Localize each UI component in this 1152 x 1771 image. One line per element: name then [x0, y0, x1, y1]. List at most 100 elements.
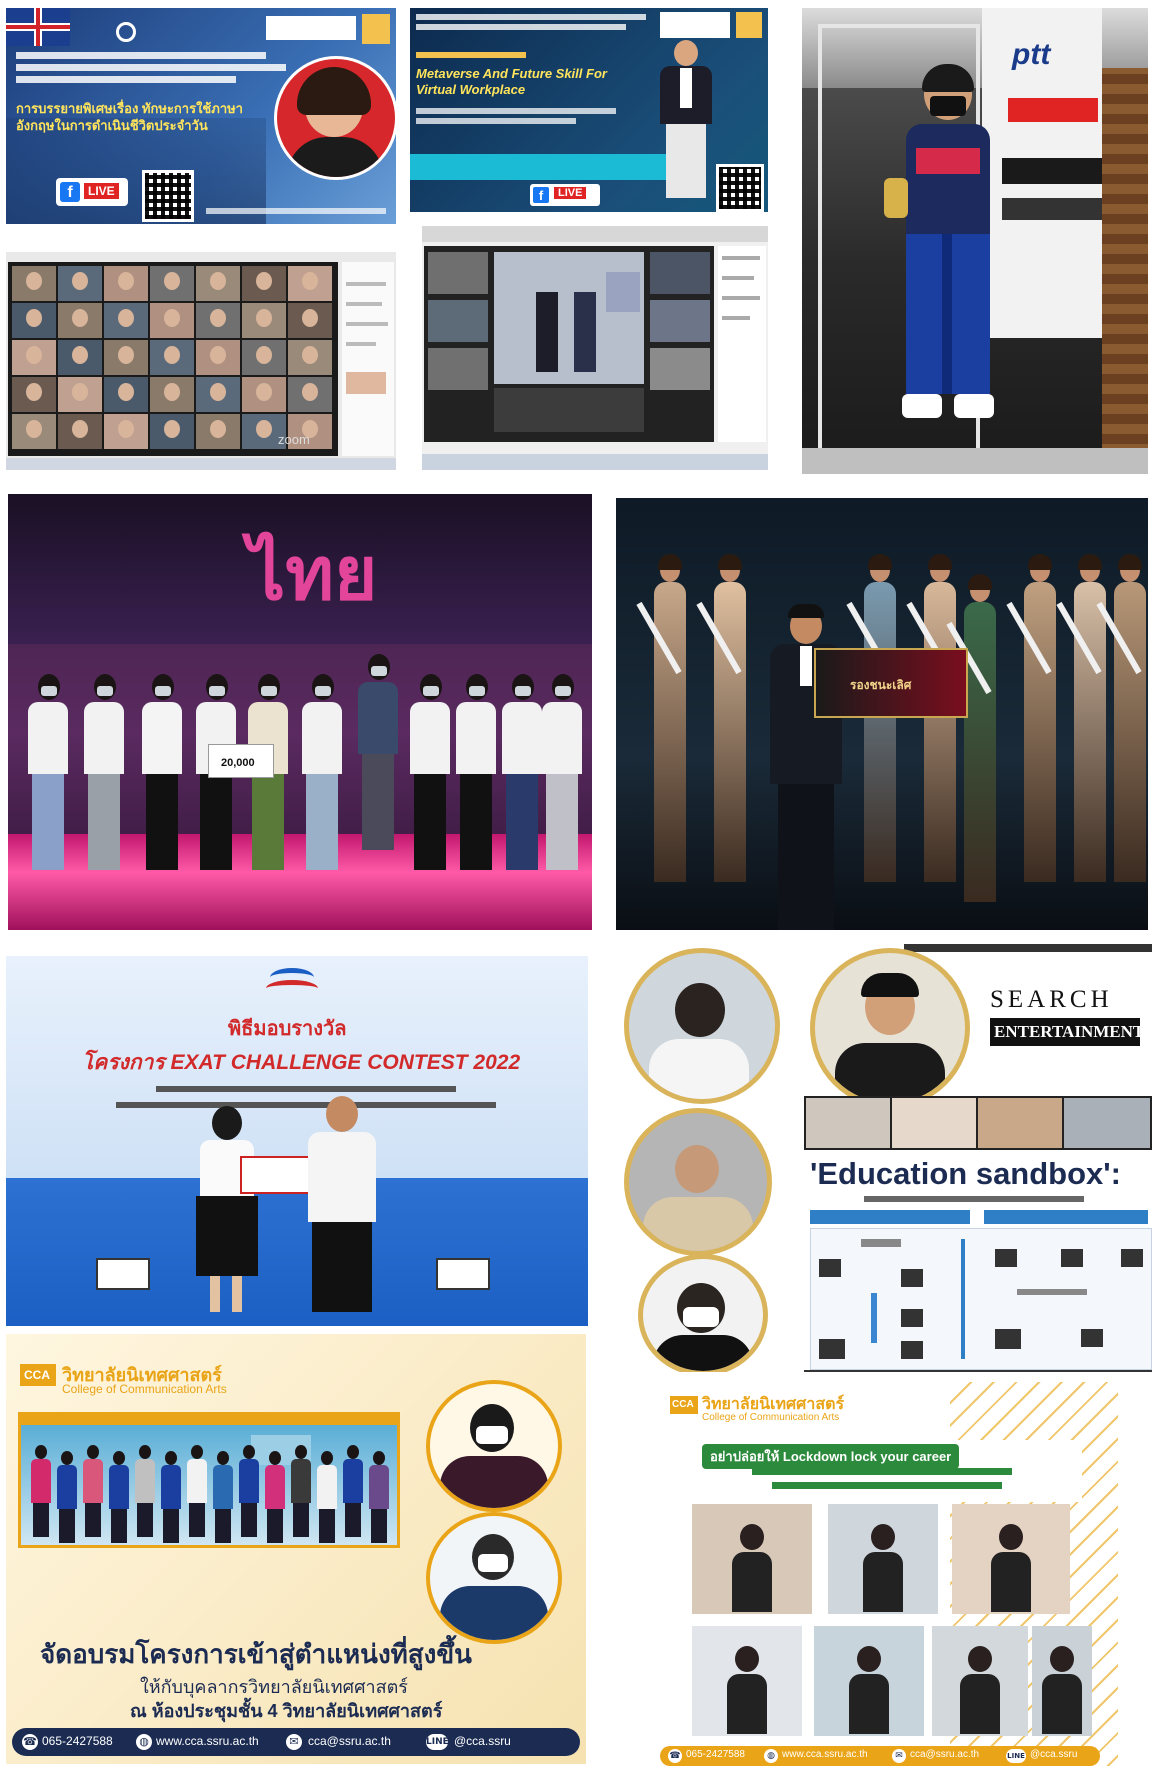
cca-lockdown-poster: CCA วิทยาลัยนิเทศศาสตร์ College of Commu… [650, 1382, 1118, 1766]
staff-head [35, 1445, 47, 1459]
cca-logo-text: CCA [672, 1399, 694, 1410]
contestant-figure [846, 554, 904, 930]
staff-shirt [187, 1459, 207, 1503]
participant-face [118, 272, 134, 290]
staff-pants [189, 1503, 205, 1537]
participant-face [26, 309, 42, 327]
sandbox-diagram [810, 1228, 1152, 1370]
student-pants [362, 754, 394, 850]
contestant-hair [1078, 554, 1102, 570]
staff-pants [59, 1509, 75, 1543]
student-shirt [142, 702, 182, 774]
participant-face [302, 383, 318, 401]
staff-head [295, 1445, 307, 1459]
email-text: cca@ssru.ac.th [308, 1734, 391, 1748]
student-pants [306, 774, 338, 870]
staff-head [347, 1445, 359, 1459]
webinar-screenshot [422, 226, 768, 470]
participant-face [118, 383, 134, 401]
staff-shirt [109, 1465, 129, 1509]
staff-pants [163, 1509, 179, 1543]
college-name-en: College of Communication Arts [62, 1382, 227, 1396]
contestant-figure [636, 554, 694, 930]
participant-tile [196, 377, 240, 412]
exat-logo-icon [260, 962, 324, 1002]
face-mask [261, 686, 277, 696]
face-mask [555, 686, 571, 696]
student-shirt [410, 702, 450, 774]
face-mask [315, 686, 331, 696]
metaverse-poster: Metaverse And Future Skill For Virtual W… [410, 8, 768, 212]
participant-tile [104, 377, 148, 412]
facebook-icon: f [533, 187, 549, 203]
staff-figure [237, 1445, 261, 1541]
gown [714, 582, 746, 882]
contestant-hair [928, 554, 952, 570]
participant-tile [196, 303, 240, 338]
staff-pants [293, 1503, 309, 1537]
lockdown-photo [692, 1504, 812, 1614]
participant-tile [12, 377, 56, 412]
participant-tile [150, 303, 194, 338]
contestant-figure [1006, 554, 1064, 930]
lockdown-photo [952, 1504, 1070, 1614]
staff-pants [215, 1509, 231, 1543]
staff-shirt [291, 1459, 311, 1503]
participant-tile [104, 303, 148, 338]
participant-tile [196, 266, 240, 301]
lockdown-photo [828, 1504, 938, 1614]
exat-award-photo: พิธีมอบรางวัล โครงการ EXAT CHALLENGE CON… [6, 956, 588, 1326]
participant-face [72, 309, 88, 327]
check-amount: 20,000 [221, 757, 255, 769]
person-body [991, 1552, 1031, 1612]
participant-face [210, 383, 226, 401]
cca-logo: CCA [20, 1364, 56, 1386]
staff-pants [345, 1503, 361, 1537]
student-figure [138, 674, 186, 904]
award-sign-text: รองชนะเลิศ [850, 678, 912, 692]
race-trophy-photo: ptt [802, 8, 1148, 474]
student-shirt [84, 702, 124, 774]
participant-tile [242, 340, 286, 375]
speaker-circle-4 [638, 1254, 768, 1372]
participant-face [164, 272, 180, 290]
phone-text: 065-2427588 [686, 1749, 745, 1760]
contestant-hair [1118, 554, 1142, 570]
ceremony-caption: พิธีมอบรางวัล [228, 1016, 347, 1040]
person-body [1042, 1674, 1082, 1734]
mail-icon: ✉ [892, 1749, 906, 1763]
brand-top: SEARCH [990, 986, 1113, 1013]
pageant-contestants [616, 554, 1148, 930]
person-body [727, 1674, 767, 1734]
participant-tile [150, 414, 194, 449]
staff-pants [371, 1509, 387, 1543]
staff-pants [111, 1509, 127, 1543]
participant-tile [12, 303, 56, 338]
gown [654, 582, 686, 882]
participant-tile [58, 340, 102, 375]
zoom-gallery-screenshot: zoom [6, 252, 396, 470]
student-figure [354, 654, 402, 884]
student-figure [80, 674, 128, 904]
participant-tile [58, 414, 102, 449]
student-figure [452, 674, 500, 904]
gown [864, 582, 896, 882]
student-shirt [358, 682, 398, 754]
participant-tile [288, 377, 332, 412]
participant-tile [12, 266, 56, 301]
participant-face [256, 420, 272, 438]
participant-face [210, 309, 226, 327]
training-group-photo [18, 1412, 400, 1548]
thai-sign: ไทย [248, 531, 378, 617]
lockdown-photo-grid [692, 1504, 1092, 1744]
person-body [863, 1552, 903, 1612]
staff-figure [367, 1451, 391, 1547]
participant-face [72, 346, 88, 364]
mail-icon: ✉ [286, 1734, 302, 1750]
participant-tile [150, 340, 194, 375]
participant-face [256, 272, 272, 290]
contestant-hair [718, 554, 742, 570]
person-body [960, 1674, 1000, 1734]
staff-head [269, 1451, 281, 1465]
cca-speaker-circle-2 [426, 1512, 562, 1644]
